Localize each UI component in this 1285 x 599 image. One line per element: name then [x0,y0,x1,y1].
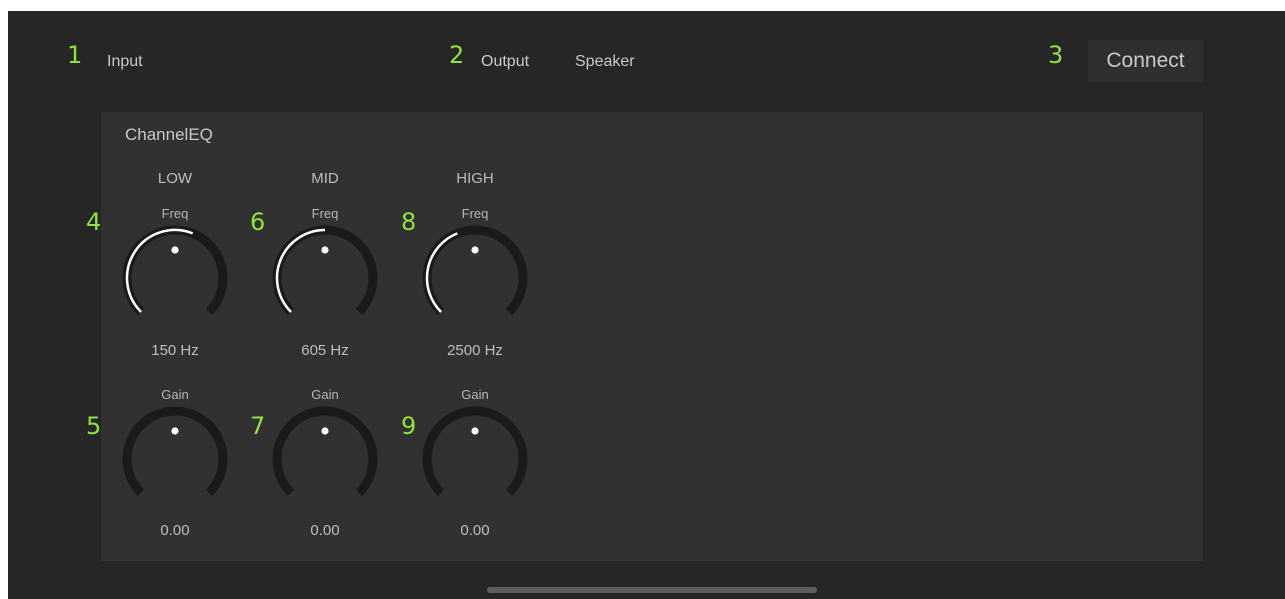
annotation-6: 6 [250,208,266,236]
low-freq-knob[interactable] [115,220,235,330]
annotation-5: 5 [86,412,102,440]
annotation-8: 8 [401,208,417,236]
low-gain-knob[interactable] [115,401,235,511]
gain-value-low: 0.00 [160,522,190,539]
knob-indicator-dot [471,246,479,254]
freq-value-mid: 605 Hz [301,342,349,359]
panel-title: ChannelEQ [125,125,213,144]
channel-eq-panel: ChannelEQ LOW Freq 150 Hz Gain 0.00 MID … [101,112,1203,561]
high-gain-knob[interactable] [415,401,535,511]
annotation-9: 9 [401,412,417,440]
band-label-high: HIGH [456,170,494,187]
band-label-mid: MID [311,170,339,187]
output-device-selector[interactable]: Speaker [575,54,635,70]
freq-label-low: Freq [161,206,189,221]
connect-button[interactable]: Connect [1088,40,1203,82]
input-label[interactable]: Input [107,54,143,70]
mid-gain-knob[interactable] [265,401,385,511]
gain-label-low: Gain [161,387,189,402]
knob-track [422,406,528,497]
high-freq-knob[interactable] [415,220,535,330]
gain-label-high: Gain [461,387,489,402]
output-label: Output [481,53,530,70]
knob-track [272,406,378,497]
app-screen: 1 Input 2 Output Speaker 3 Connect Chann… [8,11,1285,599]
annotation-2: 2 [449,41,465,69]
knob-indicator-dot [321,246,329,254]
freq-label-high: Freq [461,206,489,221]
knob-track [122,406,228,497]
annotation-7: 7 [250,412,266,440]
knob-indicator-dot [171,427,179,435]
annotation-1: 1 [67,41,83,69]
freq-value-high: 2500 Hz [447,342,503,359]
gain-value-mid: 0.00 [310,522,340,539]
gain-label-mid: Gain [311,387,339,402]
freq-label-mid: Freq [311,206,339,221]
home-indicator [487,587,817,593]
annotation-3: 3 [1048,41,1064,69]
band-label-low: LOW [157,170,193,187]
knob-indicator-dot [321,427,329,435]
knob-indicator-dot [471,427,479,435]
annotation-4: 4 [86,208,102,236]
freq-value-low: 150 Hz [151,342,199,359]
knob-indicator-dot [171,246,179,254]
gain-value-high: 0.00 [460,522,490,539]
mid-freq-knob[interactable] [265,220,385,330]
